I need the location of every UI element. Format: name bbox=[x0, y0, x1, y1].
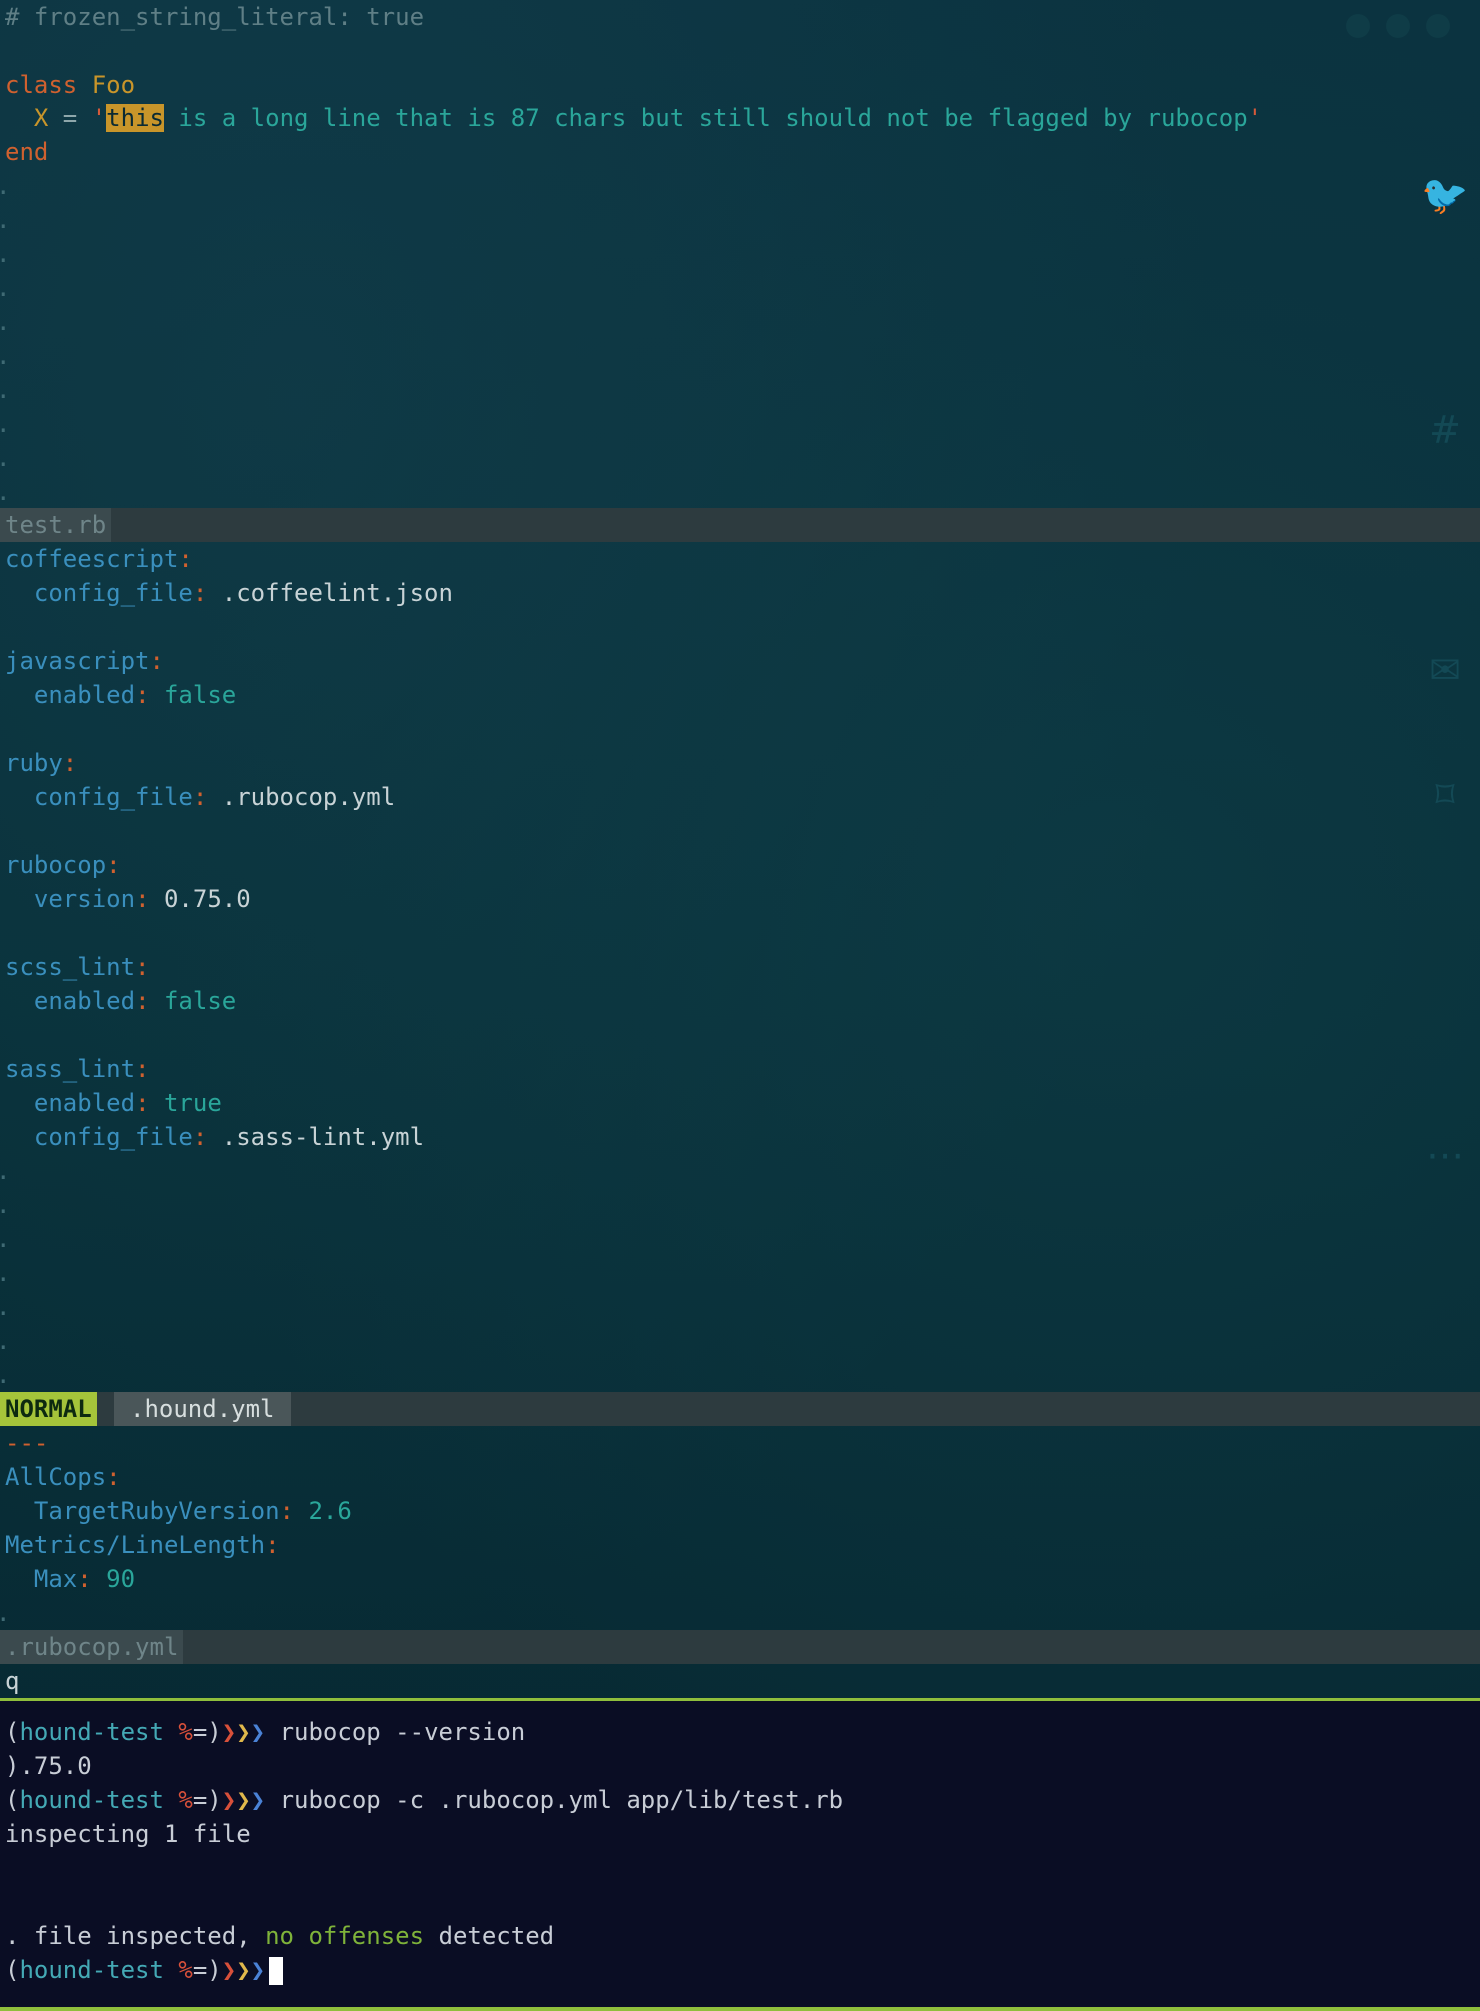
yaml-line: config_file: .rubocop.yml bbox=[33, 783, 396, 811]
window-dot-1 bbox=[1346, 14, 1370, 38]
statusline-hound-yml[interactable]: NORMAL .hound.yml bbox=[0, 1392, 1480, 1426]
empty-line-marker: . bbox=[0, 339, 10, 373]
empty-line-marker: . bbox=[0, 271, 10, 305]
empty-line-marker: . bbox=[0, 441, 10, 475]
yaml-line: scss_lint: bbox=[5, 953, 150, 981]
yaml-value: false bbox=[149, 987, 237, 1015]
yaml-line: Metrics/LineLength: bbox=[5, 1531, 280, 1559]
vim-command-line[interactable]: q bbox=[5, 1664, 19, 1698]
empty-line-marker: . bbox=[0, 1188, 10, 1222]
yaml-doc-start: --- bbox=[5, 1429, 49, 1457]
yaml-key: javascript bbox=[5, 647, 150, 675]
terminal-output: ).75.0 bbox=[5, 1752, 92, 1780]
yaml-key: AllCops bbox=[5, 1463, 107, 1491]
bookmark-icon: ⌑ bbox=[1435, 773, 1455, 817]
yaml-key: config_file bbox=[33, 579, 193, 607]
terminal-output: inspecting 1 file bbox=[5, 1820, 251, 1848]
yaml-line: TargetRubyVersion: 2.6 bbox=[33, 1497, 352, 1525]
empty-line-marker: . bbox=[0, 1290, 10, 1324]
terminal-prompt-line: (hound-test %=)❯❯❯ rubocop --version bbox=[5, 1718, 526, 1746]
yaml-line: enabled: false bbox=[33, 681, 237, 709]
yaml-line: enabled: false bbox=[33, 987, 237, 1015]
statusline-test-rb[interactable]: test.rb bbox=[0, 508, 1480, 542]
yaml-line: sass_lint: bbox=[5, 1055, 150, 1083]
mode-indicator: NORMAL bbox=[0, 1392, 97, 1426]
hash-icon: # bbox=[1429, 408, 1461, 452]
yaml-key: enabled bbox=[33, 987, 136, 1015]
yaml-line: ruby: bbox=[5, 749, 78, 777]
statusline-filename: test.rb bbox=[0, 508, 112, 542]
code-line-comment: # frozen_string_literal: true bbox=[5, 3, 425, 31]
code-line-end: end bbox=[5, 138, 49, 166]
terminal-cursor bbox=[269, 1957, 284, 1985]
empty-line-marker: . bbox=[0, 237, 10, 271]
terminal-command: rubocop -c .rubocop.yml app/lib/test.rb bbox=[265, 1786, 844, 1814]
yaml-line: rubocop: bbox=[5, 851, 121, 879]
yaml-value: .sass-lint.yml bbox=[207, 1123, 425, 1151]
yaml-value: false bbox=[149, 681, 237, 709]
empty-line-marker: . bbox=[0, 1154, 10, 1188]
window-dot-3 bbox=[1426, 14, 1450, 38]
empty-line-marker: . bbox=[0, 1324, 10, 1358]
empty-line-marker: . bbox=[0, 1358, 10, 1392]
empty-line-marker: . bbox=[0, 203, 10, 237]
terminal-output-result: . file inspected, no offenses detected bbox=[5, 1922, 555, 1950]
yaml-line: Max: 90 bbox=[33, 1565, 136, 1593]
yaml-value: 90 bbox=[91, 1565, 136, 1593]
yaml-line: version: 0.75.0 bbox=[33, 885, 251, 913]
yaml-key: config_file bbox=[33, 1123, 193, 1151]
statusline-filename: .rubocop.yml bbox=[0, 1630, 184, 1664]
yaml-key: sass_lint bbox=[5, 1055, 136, 1083]
mail-icon: ✉ bbox=[1429, 648, 1461, 692]
yaml-line: javascript: bbox=[5, 647, 164, 675]
terminal-pane[interactable]: (hound-test %=)❯❯❯ rubocop --version ).7… bbox=[0, 1698, 1480, 2011]
yaml-key: version bbox=[33, 885, 136, 913]
empty-line-marker: . bbox=[0, 475, 10, 509]
statusline-rubocop-yml[interactable]: .rubocop.yml bbox=[0, 1630, 1480, 1664]
twitter-icon: 🐦 bbox=[1421, 173, 1469, 217]
yaml-value: 2.6 bbox=[294, 1497, 352, 1525]
search-highlight: this bbox=[106, 104, 164, 132]
code-line-class: class Foo bbox=[5, 71, 136, 99]
yaml-key: Max bbox=[33, 1565, 78, 1593]
yaml-key: TargetRubyVersion bbox=[33, 1497, 280, 1525]
terminal-prompt-line: (hound-test %=)❯❯❯ rubocop -c .rubocop.y… bbox=[5, 1786, 844, 1814]
code-line-constant: X = 'this is a long line that is 87 char… bbox=[33, 104, 1263, 132]
yaml-key: ruby bbox=[5, 749, 63, 777]
more-icon: ⋯ bbox=[1426, 1133, 1464, 1177]
terminal-command: rubocop --version bbox=[265, 1718, 526, 1746]
statusline-filename: .hound.yml bbox=[114, 1392, 291, 1426]
yaml-value: 0.75.0 bbox=[149, 885, 251, 913]
yaml-key: Metrics/LineLength bbox=[5, 1531, 266, 1559]
empty-line-marker: . bbox=[0, 1222, 10, 1256]
yaml-key: scss_lint bbox=[5, 953, 136, 981]
yaml-value: .rubocop.yml bbox=[207, 783, 396, 811]
yaml-value: .coffeelint.json bbox=[207, 579, 453, 607]
yaml-line: coffeescript: bbox=[5, 545, 193, 573]
empty-line-marker: . bbox=[0, 1256, 10, 1290]
yaml-line: config_file: .coffeelint.json bbox=[33, 579, 453, 607]
yaml-key: rubocop bbox=[5, 851, 107, 879]
yaml-key: coffeescript bbox=[5, 545, 179, 573]
empty-line-marker: . bbox=[0, 305, 10, 339]
empty-line-marker: . bbox=[0, 373, 10, 407]
window-dot-2 bbox=[1386, 14, 1410, 38]
terminal-active-prompt[interactable]: (hound-test %=)❯❯❯ bbox=[5, 1953, 284, 1987]
yaml-line: config_file: .sass-lint.yml bbox=[33, 1123, 425, 1151]
empty-line-marker: . bbox=[0, 1596, 10, 1630]
yaml-key: enabled bbox=[33, 1089, 136, 1117]
yaml-line: AllCops: bbox=[5, 1463, 121, 1491]
yaml-value: true bbox=[149, 1089, 222, 1117]
empty-line-marker: . bbox=[0, 407, 10, 441]
yaml-key: config_file bbox=[33, 783, 193, 811]
empty-line-marker: . bbox=[0, 169, 10, 203]
yaml-key: enabled bbox=[33, 681, 136, 709]
yaml-line: enabled: true bbox=[33, 1089, 222, 1117]
